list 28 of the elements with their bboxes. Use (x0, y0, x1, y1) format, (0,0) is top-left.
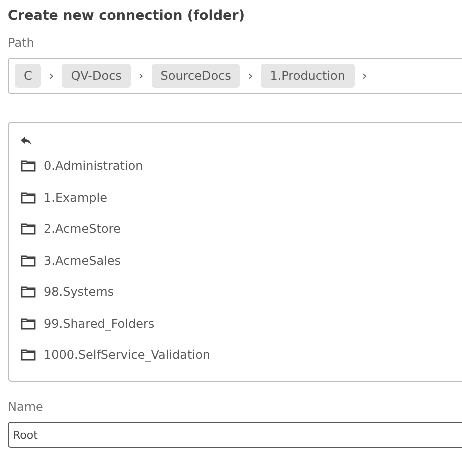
folder-icon (21, 192, 36, 204)
separator-text: › (247, 68, 254, 86)
folder-icon (21, 160, 36, 172)
dialog-title: Create new connection (folder) (8, 7, 246, 26)
name-input[interactable]: Root (8, 422, 462, 448)
separator-text: › (138, 68, 145, 86)
folder-icon (21, 254, 36, 267)
folder-item[interactable]: 98.Systems (44, 283, 114, 302)
folder-item[interactable]: 2.AcmeStore (44, 220, 121, 238)
folder-item[interactable]: 1000.SelfService_Validation (44, 346, 211, 364)
path-segment[interactable]: SourceDocs (152, 64, 240, 88)
folder-icon (21, 223, 36, 236)
path-segment[interactable]: C (15, 64, 42, 88)
folder-item[interactable]: 1.Example (44, 188, 108, 207)
folder-item[interactable]: 3.AcmeSales (44, 252, 122, 270)
folder-item[interactable]: 99.Shared_Folders (44, 314, 155, 333)
path-field[interactable]: C › QV-Docs › SourceDocs › 1.Production › (8, 58, 462, 94)
folder-icon (21, 318, 36, 330)
separator-text: › (48, 68, 56, 86)
folder-icon (21, 349, 36, 362)
back-arrow-icon[interactable] (21, 137, 32, 146)
path-segment[interactable]: QV-Docs (62, 64, 131, 88)
folder-item[interactable]: 0.Administration (44, 157, 144, 176)
path-label: Path (8, 35, 36, 52)
name-label: Name (8, 399, 44, 416)
path-segment[interactable]: 1.Production (261, 64, 354, 88)
separator-text: › (362, 68, 368, 86)
folder-icon (21, 286, 36, 298)
